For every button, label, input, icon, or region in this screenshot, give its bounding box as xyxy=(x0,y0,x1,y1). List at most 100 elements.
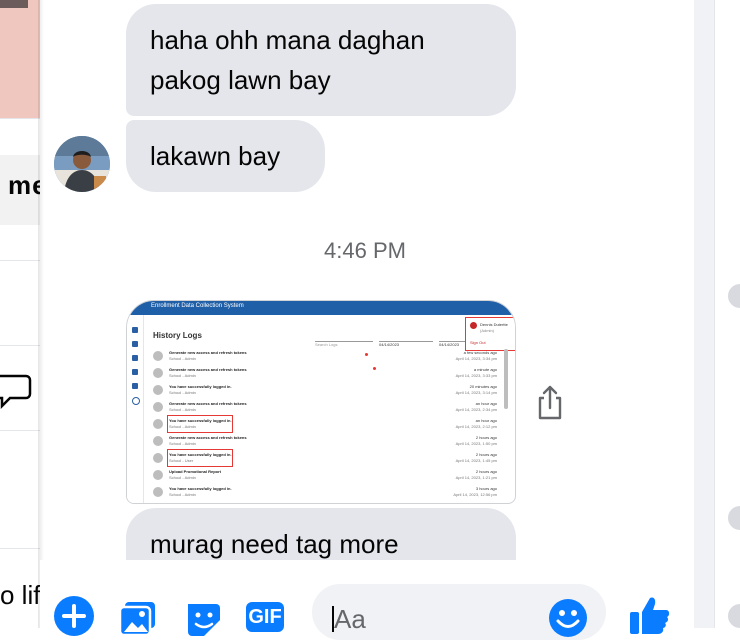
attachment-filter: 04/14/2023 xyxy=(379,333,433,347)
avatar[interactable] xyxy=(54,136,110,192)
comment-icon[interactable] xyxy=(0,372,34,412)
plus-icon[interactable] xyxy=(54,596,94,636)
user-popup: Dennis Dutertte (Admin) Sign Out xyxy=(465,317,515,351)
filter-value: 04/14/2023 xyxy=(379,342,400,347)
log-time: 2 hours ago xyxy=(475,435,497,440)
log-subtitle: School - Admin xyxy=(169,441,196,446)
log-time: 2 hours ago xyxy=(475,469,497,474)
log-title: You have successfully logged in. xyxy=(169,452,232,457)
sticker-icon[interactable] xyxy=(184,600,224,636)
message-bubble[interactable]: haha ohh mana daghan pakog lawn bay xyxy=(126,4,516,116)
attachment-sidebar xyxy=(127,315,144,503)
emoji-icon[interactable] xyxy=(548,598,588,638)
log-icon xyxy=(153,351,163,361)
message-timestamp: 4:46 PM xyxy=(324,238,406,263)
log-title: You have successfully logged in. xyxy=(169,418,232,423)
menu-icon xyxy=(132,383,138,389)
menu-icon xyxy=(132,355,138,361)
log-subtitle: School - Admin xyxy=(169,390,196,395)
log-title: Generate new access and refresh tokens xyxy=(169,367,247,372)
log-subtitle: School - Admin xyxy=(169,373,196,378)
message-text: lakawn bay xyxy=(150,141,281,171)
sign-out-link: Sign Out xyxy=(470,340,486,345)
log-icon xyxy=(153,368,163,378)
thumbs-up-icon[interactable] xyxy=(628,594,670,634)
avatar-photo xyxy=(54,136,110,192)
image-attachment[interactable]: Enrollment Data Collection System Histor… xyxy=(126,300,516,504)
background-text: o lif xyxy=(0,580,41,610)
log-title: Generate new access and refresh tokens xyxy=(169,401,247,406)
log-subtitle: School - Admin xyxy=(169,475,196,480)
user-name: Dennis Dutertte xyxy=(480,322,508,327)
attachment-heading: History Logs xyxy=(153,331,202,340)
log-date: April 14, 2023, 3:33 pm xyxy=(455,373,497,378)
divider xyxy=(0,118,40,119)
log-row: You have successfully logged in. School … xyxy=(153,449,503,467)
log-icon xyxy=(153,402,163,412)
attachment-app-title: Enrollment Data Collection System xyxy=(151,303,244,309)
photo-icon[interactable] xyxy=(118,600,158,636)
message-text: murag need tag more xyxy=(150,529,399,559)
log-icon xyxy=(153,419,163,429)
annotation-dot xyxy=(365,353,368,356)
log-time: an hour ago xyxy=(475,418,497,423)
log-subtitle: School - User xyxy=(169,458,194,463)
log-row: Generate new access and refresh tokens S… xyxy=(153,400,503,416)
log-date: April 14, 2023, 2:34 pm xyxy=(455,407,497,412)
divider xyxy=(0,548,40,549)
log-icon xyxy=(153,436,163,446)
log-date: April 14, 2023, 3:14 pm xyxy=(455,390,497,395)
log-row: Upload Promotional Report School - Admin… xyxy=(153,468,503,484)
divider xyxy=(0,260,40,261)
log-icon xyxy=(153,470,163,480)
log-subtitle: School - Admin xyxy=(169,407,196,412)
annotation-dot xyxy=(373,367,376,370)
log-icon xyxy=(153,385,163,395)
log-date: April 14, 2023, 12:56 pm xyxy=(453,492,497,497)
log-subtitle: School - Admin xyxy=(169,424,196,429)
log-time: 3 hours ago xyxy=(475,486,497,491)
log-date: April 14, 2023, 1:50 pm xyxy=(455,441,497,446)
log-subtitle: School - Admin xyxy=(169,356,196,361)
message-bubble[interactable]: murag need tag more xyxy=(126,508,516,568)
log-row: Generate new access and refresh tokens S… xyxy=(153,434,503,450)
log-title: You have successfully logged in. xyxy=(169,384,232,389)
menu-icon xyxy=(132,341,138,347)
log-icon xyxy=(153,487,163,497)
log-date: April 14, 2023, 1:21 pm xyxy=(455,475,497,480)
log-title: Upload Promotional Report xyxy=(169,469,221,474)
log-row: Generate new access and refresh tokens S… xyxy=(153,366,503,382)
filter-value: Search Logs xyxy=(315,342,338,347)
log-title: Generate new access and refresh tokens xyxy=(169,350,247,355)
menu-icon xyxy=(132,369,138,375)
log-title: You have successfully logged in. xyxy=(169,486,232,491)
log-row: Generate new access and refresh tokens S… xyxy=(153,349,503,365)
user-role: (Admin) xyxy=(480,328,495,333)
message-input-placeholder: Aa xyxy=(334,604,366,634)
filter-value: 04/14/2023 xyxy=(439,342,460,347)
user-avatar xyxy=(470,322,477,329)
divider xyxy=(0,345,40,346)
log-date: April 14, 2023, 1:45 pm xyxy=(455,458,497,463)
attachment-filter: Search Logs xyxy=(315,333,373,347)
log-time: 2 hours ago xyxy=(475,452,497,457)
divider xyxy=(0,430,40,431)
attachment-header-bar: Enrollment Data Collection System xyxy=(127,301,515,315)
log-row: You have successfully logged in. School … xyxy=(153,383,503,399)
message-text: pakog lawn bay xyxy=(150,65,331,95)
log-date: April 14, 2023, 3:34 pm xyxy=(455,356,497,361)
log-time: 20 minutes ago xyxy=(469,384,497,389)
log-row: You have successfully logged in. School … xyxy=(153,415,503,433)
log-row: You have successfully logged in. School … xyxy=(153,485,503,501)
message-input[interactable]: Aa xyxy=(312,584,606,640)
log-title: Generate new access and refresh tokens xyxy=(169,435,247,440)
share-icon[interactable] xyxy=(536,384,564,420)
background-image-top xyxy=(0,0,28,8)
scroll-gutter[interactable] xyxy=(694,0,714,628)
message-bubble[interactable]: lakawn bay xyxy=(126,120,325,192)
log-time: an hour ago xyxy=(475,401,497,406)
log-date: April 14, 2023, 2:12 pm xyxy=(455,424,497,429)
attachment-content: History Logs Search Logs 04/14/2023 04/1… xyxy=(145,319,509,499)
message-text: haha ohh mana daghan xyxy=(150,25,425,55)
log-icon xyxy=(153,453,163,463)
